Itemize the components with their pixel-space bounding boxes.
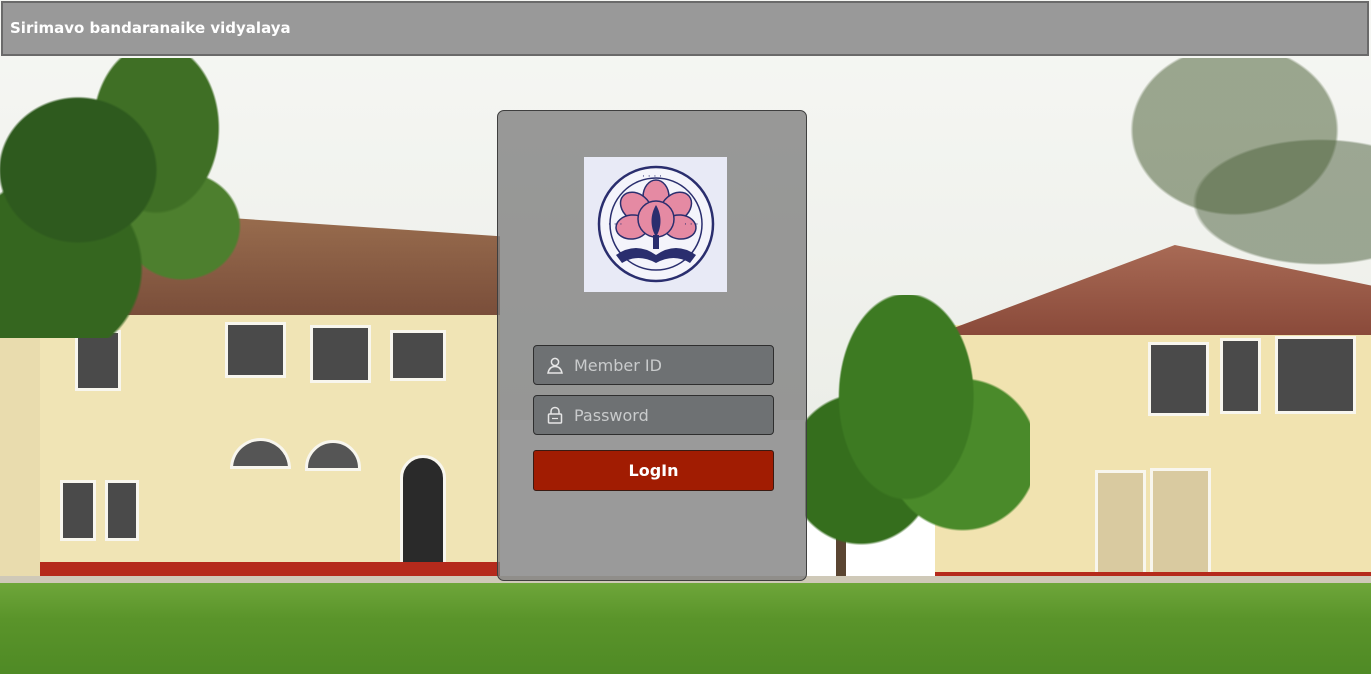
background-window <box>310 325 371 383</box>
login-button[interactable]: LogIn <box>533 450 774 491</box>
svg-text:· · · ·: · · · · <box>642 172 662 182</box>
background-tree-left <box>0 58 260 338</box>
background-window <box>75 330 121 391</box>
member-id-field <box>533 345 774 385</box>
user-icon <box>546 356 564 374</box>
background-lawn <box>0 583 1371 674</box>
background-window <box>1220 338 1261 414</box>
background-window <box>390 330 446 381</box>
site-title: Sirimavo bandaranaike vidyalaya <box>10 19 291 37</box>
header-bar: Sirimavo bandaranaike vidyalaya <box>1 1 1369 56</box>
svg-text:· · ·: · · · <box>684 220 698 230</box>
svg-text:· · ·: · · · <box>608 220 622 230</box>
lock-icon <box>546 406 564 424</box>
password-field <box>533 395 774 435</box>
member-id-input[interactable] <box>574 346 764 384</box>
background-window <box>1148 342 1209 416</box>
background-window <box>105 480 139 541</box>
background-window <box>60 480 96 541</box>
background-window <box>1275 336 1356 414</box>
background-tree-middle <box>805 295 1030 585</box>
school-logo: · · · · · · · · · · <box>584 157 727 292</box>
password-input[interactable] <box>574 396 764 434</box>
background-lattice <box>1150 468 1211 578</box>
school-crest-icon: · · · · · · · · · · <box>597 165 715 283</box>
login-card: · · · · · · · · · · Member ID LogIn <box>497 110 807 581</box>
background-tree-right <box>1030 58 1371 298</box>
login-page: Sirimavo bandaranaike vidyalaya · · · · … <box>0 0 1371 674</box>
background-lattice <box>1095 470 1146 576</box>
background-doorway <box>400 455 446 571</box>
